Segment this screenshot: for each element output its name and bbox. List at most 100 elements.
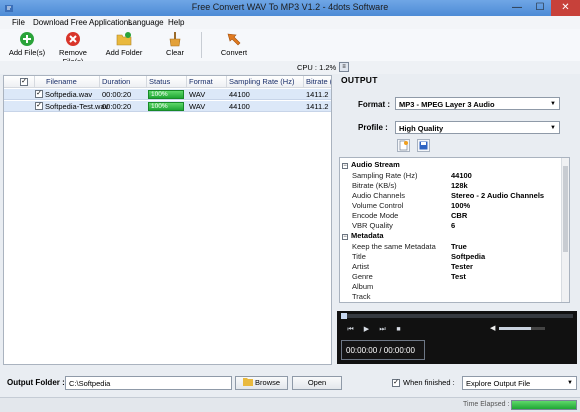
status-progress-bar: 100% bbox=[148, 102, 184, 111]
property-value[interactable]: Stereo - 2 Audio Channels bbox=[451, 191, 544, 200]
browse-button[interactable]: Browse bbox=[235, 376, 288, 390]
time-elapsed-progress bbox=[511, 400, 577, 410]
title-bar: Free Convert WAV To MP3 V1.2 - 4dots Sof… bbox=[0, 0, 580, 16]
row-checkbox[interactable]: ✓ bbox=[35, 102, 43, 110]
file-table: ✓ Filename Duration Status Format Sampli… bbox=[3, 75, 332, 365]
properties-grid: − Audio Stream Sampling Rate (Hz) 44100 B… bbox=[339, 157, 570, 303]
property-value[interactable]: 44100 bbox=[451, 171, 472, 180]
previous-icon[interactable]: ⏮ bbox=[346, 325, 355, 334]
property-value[interactable]: 100% bbox=[451, 201, 470, 210]
bottom-bar: Output Folder : C:\Softpedia Browse Open… bbox=[0, 372, 580, 396]
chevron-down-icon: ▼ bbox=[550, 125, 556, 131]
play-icon[interactable]: ▶ bbox=[362, 325, 371, 334]
status-progress-bar: 100% bbox=[148, 90, 184, 99]
format-select[interactable]: MP3 - MPEG Layer 3 Audio ▼ bbox=[395, 97, 560, 110]
profile-select[interactable]: High Quality ▼ bbox=[395, 121, 560, 134]
clear-label: Clear bbox=[166, 48, 184, 57]
add-files-button[interactable]: Add File(s) bbox=[8, 31, 46, 57]
cpu-usage: CPU : 1.2% bbox=[297, 63, 337, 72]
stop-icon[interactable]: ■ bbox=[394, 325, 403, 334]
when-finished-label: When finished : bbox=[403, 378, 455, 387]
toolbar-separator bbox=[201, 32, 202, 58]
table-row[interactable]: ✓ Softpedia-Test.wav 00:00:20 100% WAV 4… bbox=[4, 101, 331, 112]
column-divider bbox=[186, 76, 187, 88]
chevron-down-icon: ▼ bbox=[550, 101, 556, 107]
filename-cell: Softpedia-Test.wav bbox=[45, 102, 109, 111]
property-value[interactable]: Tester bbox=[451, 262, 473, 271]
property-group[interactable]: − Metadata bbox=[342, 231, 384, 240]
property-value[interactable]: Softpedia bbox=[451, 252, 485, 261]
column-filename[interactable]: Filename bbox=[46, 77, 77, 86]
cpu-strip: CPU : 1.2% ≡ bbox=[0, 61, 580, 74]
property-value[interactable]: 6 bbox=[451, 221, 455, 230]
column-duration[interactable]: Duration bbox=[102, 77, 130, 86]
media-player: ⏮ ▶ ⏭ ■ ◀ 00:00:00 / 00:00:00 bbox=[337, 311, 577, 364]
bitrate-cell: 1411.2 bbox=[306, 90, 329, 99]
column-divider bbox=[34, 76, 35, 88]
cpu-options-button[interactable]: ≡ bbox=[339, 62, 349, 72]
menu-help[interactable]: Help bbox=[168, 18, 184, 27]
add-folder-button[interactable]: Add Folder bbox=[104, 31, 144, 57]
collapse-icon: − bbox=[342, 234, 348, 240]
maximize-button[interactable]: ☐ bbox=[529, 0, 551, 16]
column-sampling-rate[interactable]: Sampling Rate (Hz) bbox=[229, 77, 294, 86]
volume-slider[interactable] bbox=[499, 327, 545, 330]
close-button[interactable]: ✕ bbox=[551, 0, 580, 16]
row-checkbox[interactable]: ✓ bbox=[35, 90, 43, 98]
column-divider bbox=[303, 76, 304, 88]
property-name: Volume Control bbox=[352, 201, 404, 210]
output-folder-input[interactable]: C:\Softpedia bbox=[65, 376, 232, 390]
property-name: Track bbox=[352, 292, 371, 301]
column-format[interactable]: Format bbox=[189, 77, 213, 86]
select-all-checkbox[interactable]: ✓ bbox=[20, 78, 28, 86]
column-divider bbox=[226, 76, 227, 88]
add-files-label: Add File(s) bbox=[8, 48, 46, 57]
column-divider bbox=[99, 76, 100, 88]
property-group-title: Metadata bbox=[351, 231, 384, 240]
seek-bar[interactable] bbox=[341, 313, 573, 319]
time-elapsed-label: Time Elapsed : bbox=[463, 401, 510, 408]
open-button[interactable]: Open bbox=[292, 376, 342, 390]
minimize-button[interactable]: — bbox=[505, 0, 529, 16]
table-header: ✓ Filename Duration Status Format Sampli… bbox=[4, 76, 331, 88]
output-panel: OUTPUT Format : MP3 - MPEG Layer 3 Audio… bbox=[336, 75, 577, 364]
property-value[interactable]: Test bbox=[451, 272, 466, 281]
new-profile-button[interactable] bbox=[397, 139, 410, 152]
convert-button[interactable]: Convert bbox=[218, 31, 250, 57]
column-status[interactable]: Status bbox=[149, 77, 170, 86]
property-name: Bitrate (KB/s) bbox=[352, 181, 397, 190]
format-cell: WAV bbox=[189, 90, 206, 99]
filename-cell: Softpedia.wav bbox=[45, 90, 93, 99]
menu-download-free-applications[interactable]: Download Free Applications bbox=[33, 18, 132, 27]
format-label: Format : bbox=[358, 100, 390, 109]
when-finished-checkbox[interactable]: ✓ bbox=[392, 379, 400, 387]
clear-button[interactable]: Clear bbox=[161, 31, 189, 57]
convert-icon bbox=[227, 33, 241, 46]
property-group[interactable]: − Audio Stream bbox=[342, 160, 400, 169]
scrollbar-thumb[interactable] bbox=[563, 166, 568, 252]
properties-scrollbar[interactable] bbox=[561, 158, 569, 302]
property-value[interactable]: 128k bbox=[451, 181, 468, 190]
chevron-down-icon: ▼ bbox=[567, 380, 573, 386]
profile-label: Profile : bbox=[358, 123, 388, 132]
next-icon[interactable]: ⏭ bbox=[378, 325, 387, 334]
save-profile-button[interactable] bbox=[417, 139, 430, 152]
column-bitrate[interactable]: Bitrate (KB/s) bbox=[306, 77, 331, 86]
property-value[interactable]: True bbox=[451, 242, 467, 251]
menu-language[interactable]: Language bbox=[128, 18, 164, 27]
convert-label: Convert bbox=[220, 48, 248, 57]
table-row[interactable]: ✓ Softpedia.wav 00:00:20 100% WAV 44100 … bbox=[4, 89, 331, 100]
seek-handle[interactable] bbox=[341, 313, 347, 319]
add-icon bbox=[20, 32, 34, 46]
property-name: Encode Mode bbox=[352, 211, 399, 220]
property-value[interactable]: CBR bbox=[451, 211, 467, 220]
speaker-icon[interactable]: ◀ bbox=[490, 324, 498, 332]
status-cell: 100% bbox=[151, 103, 168, 110]
collapse-icon: − bbox=[342, 163, 348, 169]
sampling-rate-cell: 44100 bbox=[229, 102, 250, 111]
menu-file[interactable]: File bbox=[12, 18, 25, 27]
when-finished-select[interactable]: Explore Output File ▼ bbox=[462, 376, 577, 390]
window-title: Free Convert WAV To MP3 V1.2 - 4dots Sof… bbox=[191, 2, 389, 12]
broom-icon bbox=[169, 32, 181, 47]
output-title: OUTPUT bbox=[341, 75, 378, 85]
